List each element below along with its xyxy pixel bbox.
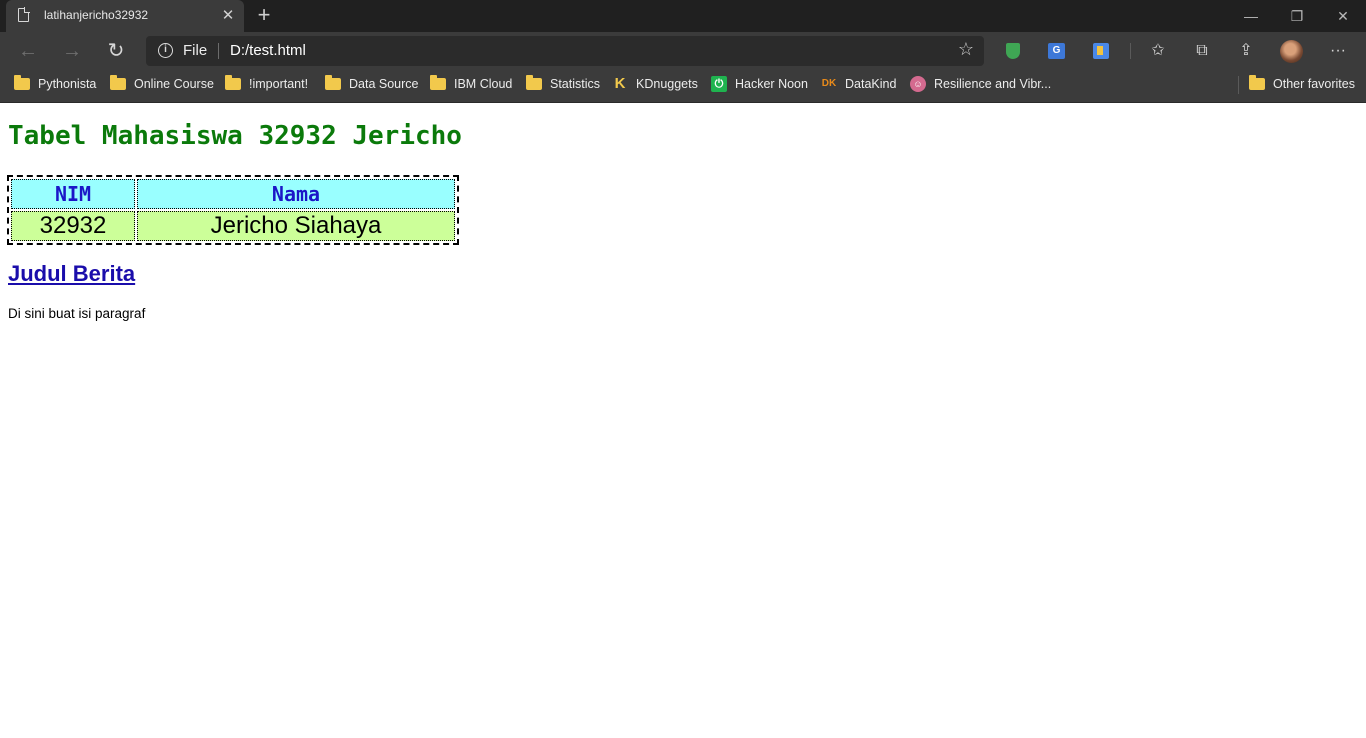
keep-extension-icon[interactable] — [1093, 43, 1109, 59]
page-title: Tabel Mahasiswa 32932 Jericho — [8, 121, 462, 151]
hackernoon-icon: ⏻ — [711, 76, 727, 92]
folder-icon — [110, 75, 126, 90]
bookmark-resilience[interactable]: ☺ Resilience and Vibr... — [910, 70, 1051, 98]
page-icon — [18, 7, 30, 22]
folder-icon — [430, 75, 446, 90]
back-button[interactable]: ← — [13, 36, 43, 66]
bookmark-label: Statistics — [550, 77, 601, 91]
url-text[interactable]: D:/test.html — [230, 42, 306, 59]
address-bar[interactable]: i File D:/test.html ☆ — [146, 36, 984, 66]
more-menu-icon[interactable]: ··· — [1327, 40, 1349, 62]
resilience-icon: ☺ — [910, 76, 926, 92]
bookmark-online-course[interactable]: Online Course — [110, 70, 214, 98]
datakind-icon: DK — [821, 78, 837, 89]
bookmark-label: !important! — [249, 77, 309, 91]
cell-nama: Jericho Siahaya — [137, 211, 455, 241]
shield-extension-icon[interactable] — [1006, 43, 1020, 59]
title-bar: latihanjericho32932 ✕ + — ❐ ✕ — [0, 0, 1366, 32]
translate-extension-icon[interactable]: G — [1048, 43, 1065, 59]
forward-button[interactable]: → — [57, 36, 87, 66]
column-header-nim: NIM — [11, 179, 135, 209]
kdnuggets-icon: K — [614, 75, 626, 92]
bookmark-data-source[interactable]: Data Source — [325, 70, 418, 98]
favorites-icon[interactable]: ✩ — [1147, 40, 1169, 62]
column-header-nama: Nama — [137, 179, 455, 209]
share-icon[interactable]: ⇪ — [1235, 40, 1257, 62]
student-table: NIM Nama 32932 Jericho Siahaya — [7, 175, 459, 245]
news-paragraph: Di sini buat isi paragraf — [8, 306, 146, 321]
close-window-button[interactable]: ✕ — [1320, 6, 1366, 26]
bookmark-ibm-cloud[interactable]: IBM Cloud — [430, 70, 512, 98]
refresh-button[interactable]: ↻ — [101, 36, 131, 66]
browser-tab[interactable]: latihanjericho32932 ✕ — [6, 0, 244, 32]
table-header-row: NIM Nama — [11, 179, 455, 209]
table-row: 32932 Jericho Siahaya — [11, 211, 455, 241]
bookmark-label: IBM Cloud — [454, 77, 513, 91]
bookmark-statistics[interactable]: Statistics — [526, 70, 600, 98]
bookmark-datakind[interactable]: DK DataKind — [821, 70, 897, 98]
url-scheme: File — [183, 42, 208, 59]
other-favorites[interactable]: Other favorites — [1249, 70, 1355, 98]
bookmarks-divider — [1238, 76, 1239, 94]
restore-button[interactable]: ❐ — [1274, 6, 1320, 26]
address-separator — [218, 43, 219, 59]
collections-icon[interactable]: ⧉ — [1191, 40, 1213, 62]
folder-icon — [225, 75, 241, 90]
bookmark-pythonista[interactable]: Pythonista — [14, 70, 96, 98]
cell-nim: 32932 — [11, 211, 135, 241]
new-tab-button[interactable]: + — [252, 4, 276, 28]
bookmark-hacker-noon[interactable]: ⏻ Hacker Noon — [711, 70, 808, 98]
bookmark-label: Data Source — [349, 77, 419, 91]
bookmark-label: Online Course — [134, 77, 214, 91]
bookmark-important[interactable]: !important! — [225, 70, 308, 98]
folder-icon — [325, 75, 341, 90]
profile-avatar[interactable] — [1280, 40, 1303, 63]
minimize-button[interactable]: — — [1228, 6, 1274, 26]
folder-icon — [1249, 75, 1265, 90]
folder-icon — [526, 75, 542, 90]
bookmark-label: Hacker Noon — [735, 77, 808, 91]
bookmark-label: Resilience and Vibr... — [934, 77, 1052, 91]
close-tab-icon[interactable]: ✕ — [218, 6, 238, 26]
info-icon[interactable]: i — [158, 43, 173, 58]
bookmark-label: KDnuggets — [636, 77, 698, 91]
bookmark-label: DataKind — [845, 77, 897, 91]
tab-title: latihanjericho32932 — [44, 8, 149, 22]
folder-icon — [14, 75, 30, 90]
news-title-link[interactable]: Judul Berita — [8, 261, 135, 287]
bookmark-kdnuggets[interactable]: K KDnuggets — [612, 70, 698, 98]
page-content: Tabel Mahasiswa 32932 Jericho NIM Nama 3… — [0, 103, 1366, 738]
favorite-star-icon[interactable]: ☆ — [958, 39, 974, 60]
bookmarks-bar: Pythonista Online Course !important! Dat… — [0, 70, 1366, 103]
toolbar-divider — [1130, 43, 1131, 59]
other-favorites-label: Other favorites — [1273, 77, 1355, 91]
bookmark-label: Pythonista — [38, 77, 97, 91]
